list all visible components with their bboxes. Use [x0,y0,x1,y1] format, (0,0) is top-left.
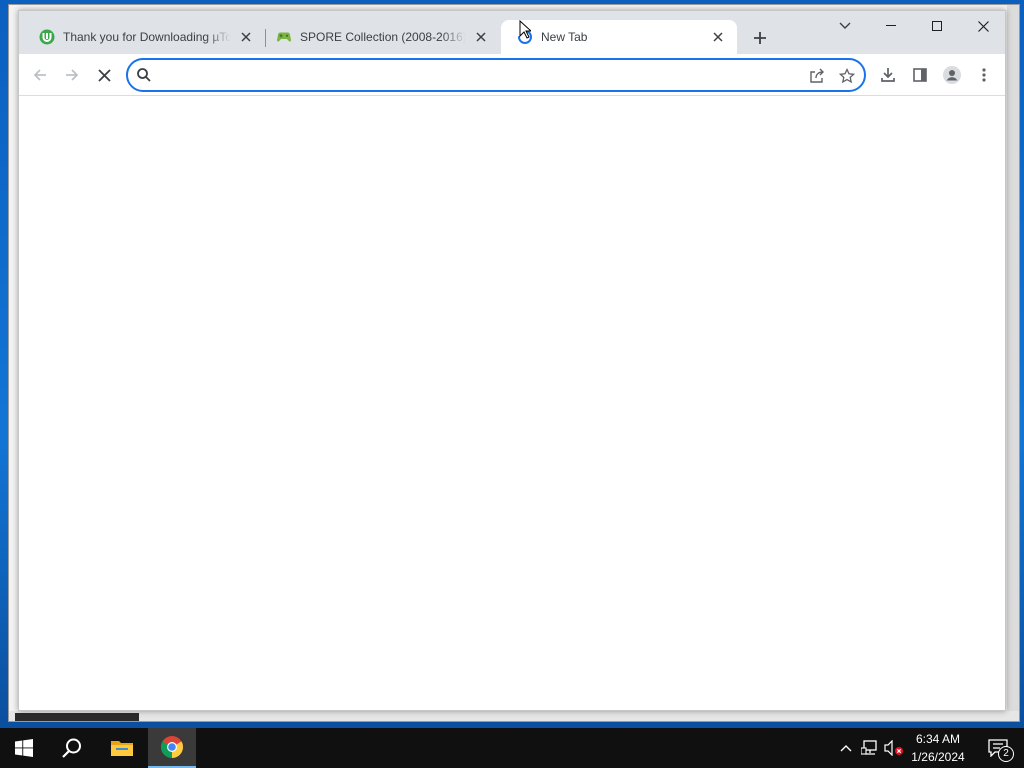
stop-loading-button[interactable] [89,60,119,90]
bookmark-button[interactable] [836,65,858,87]
profile-button[interactable] [937,60,967,90]
close-icon [97,68,111,82]
tab-title: Thank you for Downloading µTorrent [63,30,231,44]
tab-strip: Thank you for Downloading µTorrent SPORE… [19,11,1005,54]
search-icon [62,738,81,758]
address-bar[interactable] [126,58,866,92]
minimize-icon [886,25,896,26]
taskbar-clock[interactable]: 6:34 AM 1/26/2024 [906,730,970,766]
search-icon [137,68,151,82]
background-window-scrollbar [1007,5,1019,721]
action-center-button[interactable]: 2 [978,728,1018,768]
chrome-icon [161,736,183,758]
start-button[interactable] [0,728,48,768]
file-explorer-button[interactable] [98,728,146,768]
side-panel-button[interactable] [905,60,935,90]
volume-muted-icon [884,740,903,756]
star-icon [839,68,855,84]
address-input[interactable] [160,64,800,86]
chevron-down-icon [839,22,851,29]
volume-button[interactable] [884,738,904,758]
network-icon [861,740,877,755]
close-tab-icon[interactable] [472,28,490,46]
taskbar: 6:34 AM 1/26/2024 2 [0,728,1024,768]
tab-title: New Tab [541,30,588,44]
browser-toolbar [19,54,1005,96]
tab-title: SPORE Collection (2008-2016) torrent [300,30,466,44]
show-hidden-icons-button[interactable] [836,738,856,758]
start-icon [15,739,33,757]
close-icon [977,20,989,32]
new-tab-button[interactable] [747,25,773,51]
maximize-icon [932,21,942,31]
close-tab-icon[interactable] [709,28,727,46]
network-button[interactable] [860,738,880,758]
share-button[interactable] [806,65,828,87]
chrome-taskbar-button[interactable] [148,728,196,768]
notification-count-badge: 2 [998,746,1014,762]
background-window-statusbar [9,711,1019,721]
file-explorer-icon [111,741,133,756]
arrow-left-icon [33,69,46,81]
minimize-button[interactable] [868,11,914,41]
downloads-button[interactable] [873,60,903,90]
utorrent-icon [39,29,55,45]
download-icon [881,68,895,82]
tab-search-button[interactable] [822,11,868,41]
back-button[interactable] [25,60,55,90]
avatar-icon [943,66,961,84]
mouse-pointer-icon [519,20,531,39]
forward-button[interactable] [57,60,87,90]
tab-utorrent[interactable]: Thank you for Downloading µTorrent [23,20,265,54]
tab-spore[interactable]: SPORE Collection (2008-2016) torrent [260,20,500,54]
clock-time: 6:34 AM [915,732,961,746]
close-tab-icon[interactable] [237,28,255,46]
more-vert-icon [982,68,986,82]
close-window-button[interactable] [960,11,1006,41]
menu-button[interactable] [969,60,999,90]
background-window-panel [15,713,139,721]
share-icon [810,68,824,83]
clock-date: 1/26/2024 [911,750,965,764]
gamepad-icon [276,29,292,45]
arrow-right-icon [66,69,79,81]
tab-new-tab[interactable]: New Tab [501,20,737,54]
maximize-button[interactable] [914,11,960,41]
taskbar-search-button[interactable] [48,728,96,768]
page-content[interactable] [19,97,1005,710]
side-panel-icon [913,68,927,82]
chevron-up-icon [840,745,852,752]
plus-icon [754,32,766,44]
chrome-window: Thank you for Downloading µTorrent SPORE… [18,10,1006,711]
